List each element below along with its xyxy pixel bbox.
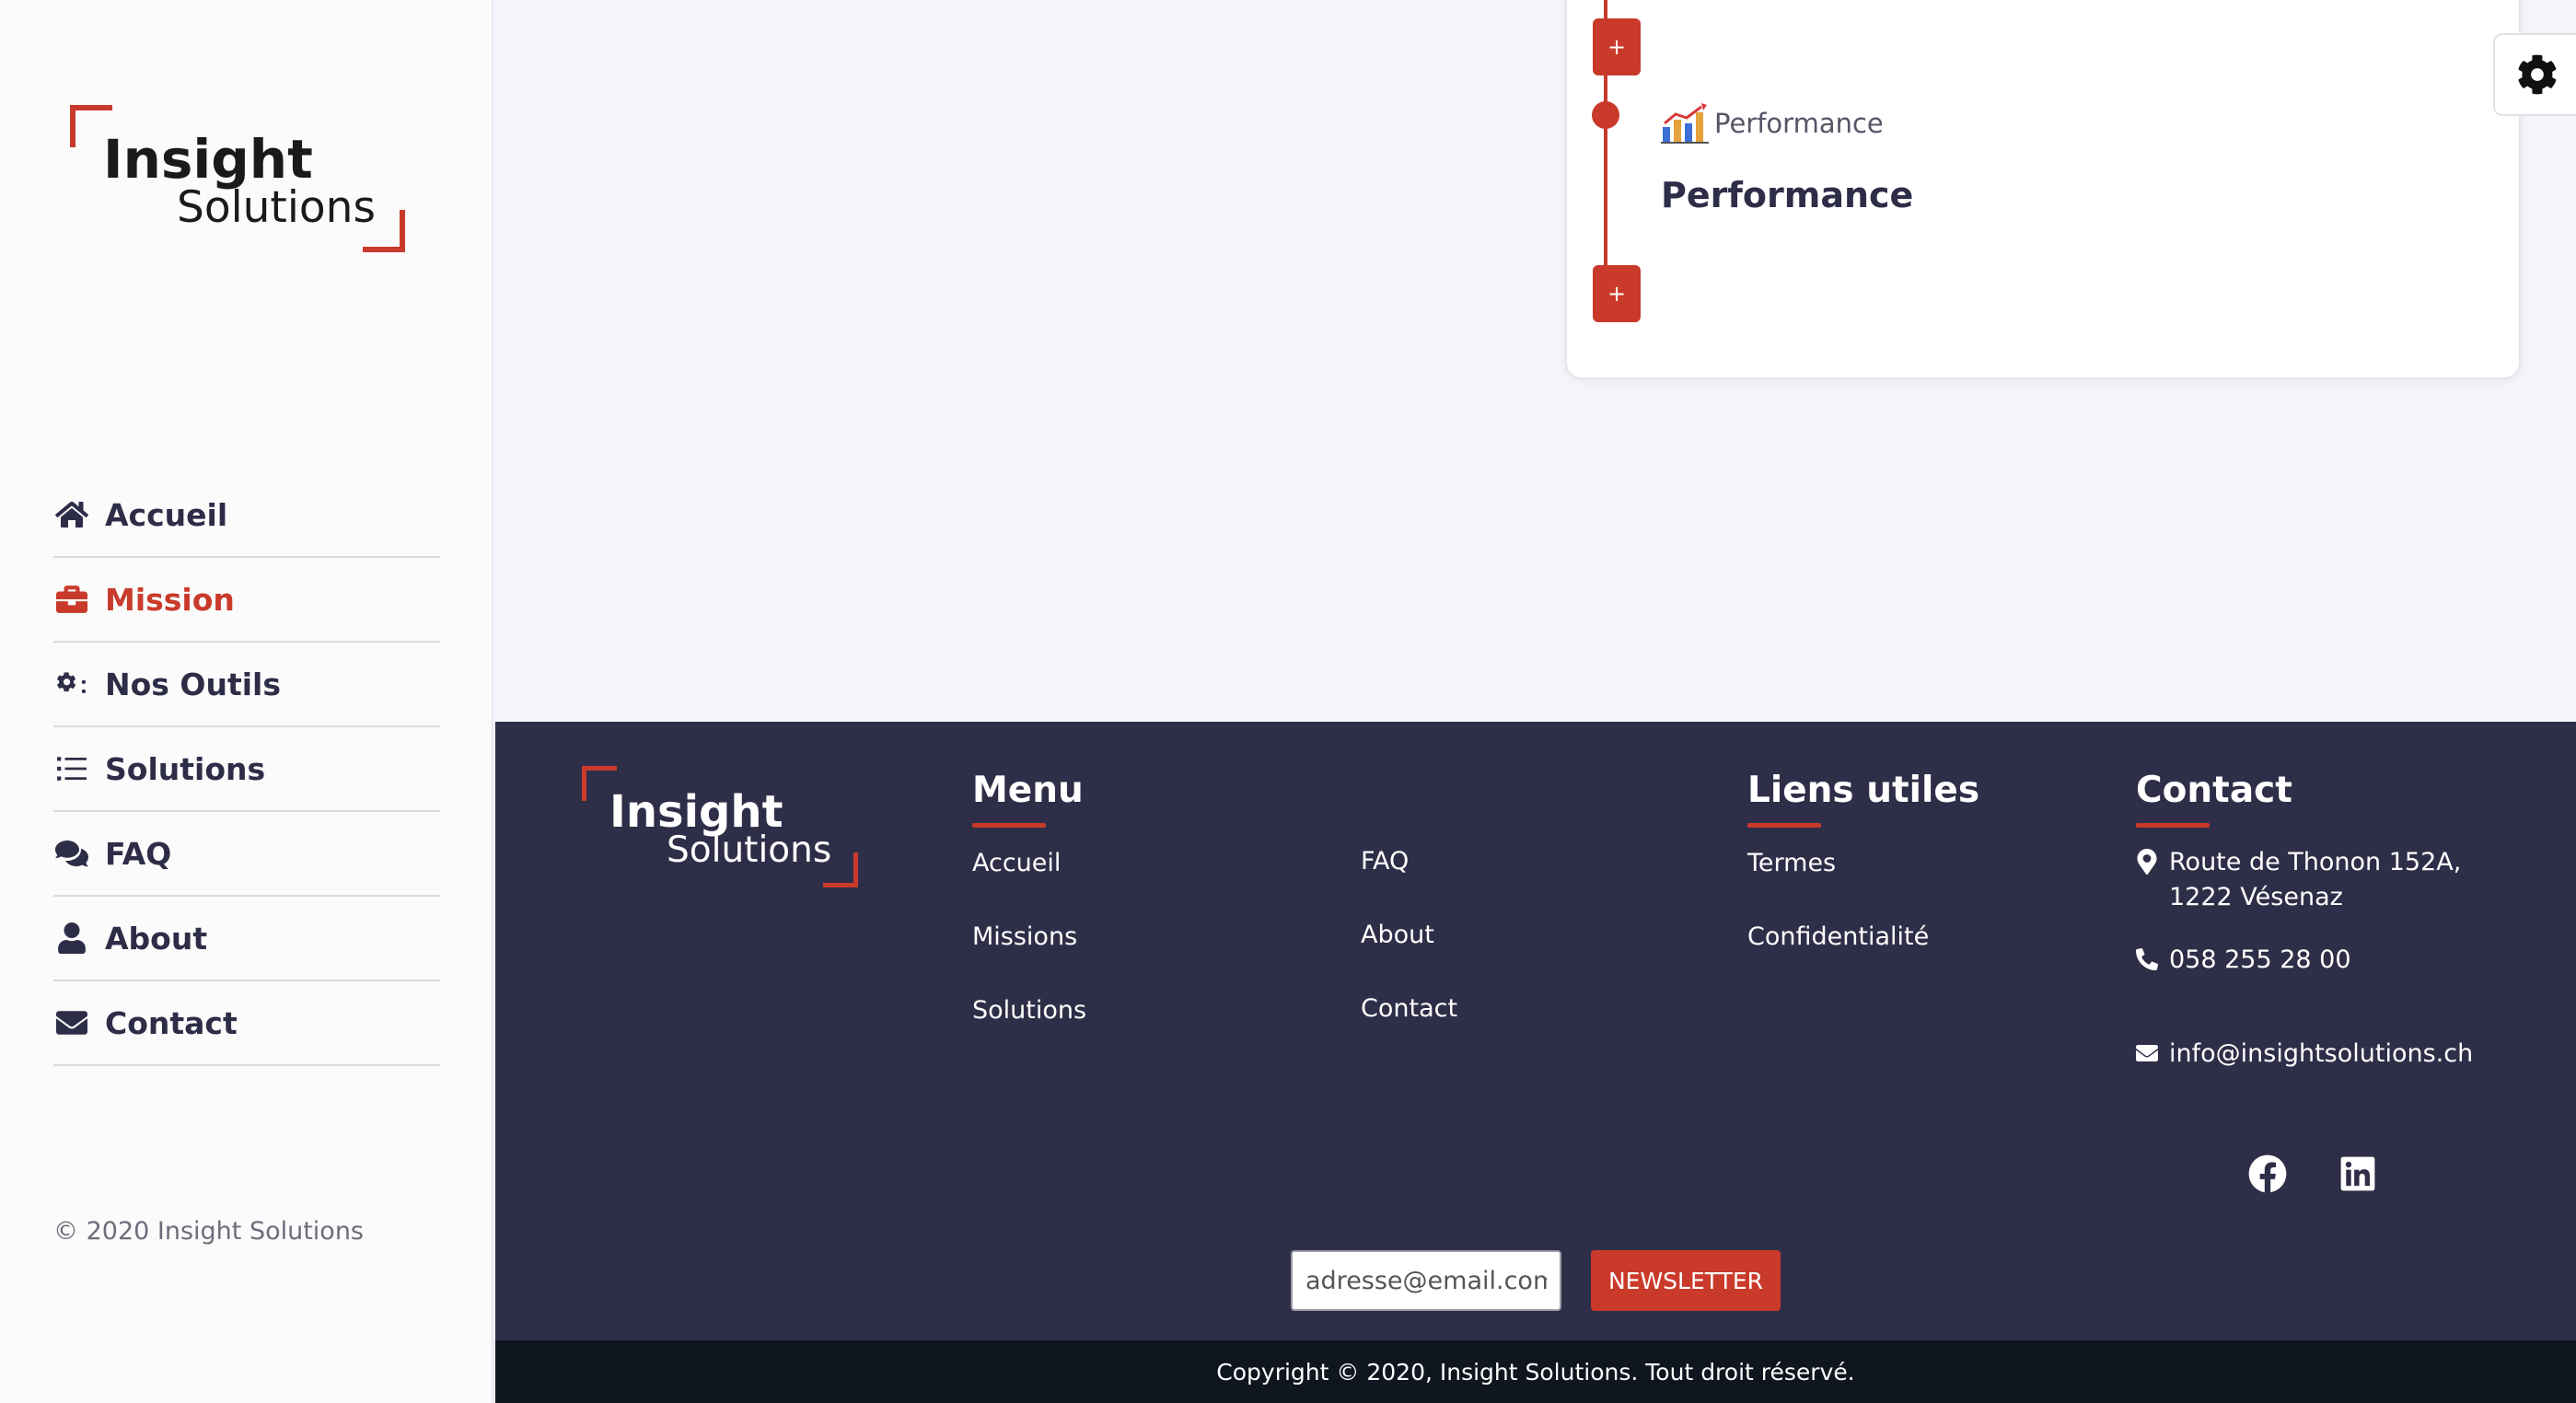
footer-link-missions[interactable]: Missions xyxy=(972,922,1077,951)
footer-copyright-bar: Copyright © 2020, Insight Solutions. Tou… xyxy=(495,1340,2576,1403)
brand-logo[interactable]: Insight Solutions xyxy=(70,105,405,252)
footer-menu-heading: Menu xyxy=(972,770,1084,828)
sidebar-item-solutions[interactable]: Solutions xyxy=(53,727,440,812)
logo-word-insight: Insight xyxy=(609,786,783,838)
settings-button[interactable] xyxy=(2493,33,2576,116)
sidebar-nav: Accueil Mission Nos Outils Solutions FAQ xyxy=(53,473,440,1066)
gear-icon xyxy=(2518,54,2557,95)
footer-copyright: Copyright © 2020, Insight Solutions. Tou… xyxy=(1216,1358,1855,1386)
logo-corner-bottom-right xyxy=(823,852,858,887)
home-icon xyxy=(53,499,90,530)
timeline-title: Performance xyxy=(1661,175,1914,215)
newsletter-email-input[interactable] xyxy=(1291,1250,1561,1311)
bar-chart-icon xyxy=(1661,103,1709,144)
timeline-add-button[interactable]: + xyxy=(1593,265,1641,322)
cogs-icon xyxy=(53,668,90,700)
sidebar-item-label: About xyxy=(105,920,208,957)
logo-word-insight: Insight xyxy=(103,128,313,191)
sidebar-item-nos-outils[interactable]: Nos Outils xyxy=(53,643,440,727)
sidebar-item-label: Nos Outils xyxy=(105,666,282,702)
comments-icon xyxy=(53,838,90,869)
newsletter-button[interactable]: NEWSLETTER xyxy=(1591,1250,1781,1311)
logo-word-solutions: Solutions xyxy=(667,829,832,871)
map-marker-icon xyxy=(2137,849,2157,875)
envelope-icon xyxy=(2136,1045,2158,1061)
footer-link-solutions[interactable]: Solutions xyxy=(972,996,1086,1025)
footer-email[interactable]: info@insightsolutions.ch xyxy=(2136,1037,2473,1072)
sidebar-item-accueil[interactable]: Accueil xyxy=(53,473,440,558)
sidebar-item-label: Contact xyxy=(105,1004,238,1041)
linkedin-icon[interactable] xyxy=(2338,1154,2377,1193)
footer-link-faq[interactable]: FAQ xyxy=(1361,847,1409,875)
footer-link-accueil[interactable]: Accueil xyxy=(972,849,1061,877)
sidebar-item-label: Solutions xyxy=(105,750,266,787)
footer-address: Route de Thonon 152A, 1222 Vésenaz xyxy=(2136,845,2461,915)
footer-link-confidentialite[interactable]: Confidentialité xyxy=(1747,922,1929,951)
user-icon xyxy=(53,922,90,954)
sidebar-item-label: Mission xyxy=(105,581,235,618)
sidebar-item-label: FAQ xyxy=(105,835,172,872)
footer-email-text: info@insightsolutions.ch xyxy=(2169,1039,2474,1068)
sidebar-copyright: © 2020 Insight Solutions xyxy=(53,1217,364,1246)
sidebar-item-mission[interactable]: Mission xyxy=(53,558,440,643)
footer-phone-text: 058 255 28 00 xyxy=(2169,945,2351,974)
briefcase-icon xyxy=(53,584,90,615)
footer-logo[interactable]: Insight Solutions xyxy=(582,766,858,887)
list-icon xyxy=(53,753,90,784)
timeline-dot xyxy=(1592,101,1619,129)
footer-link-termes[interactable]: Termes xyxy=(1747,849,1836,877)
footer-contact-heading: Contact xyxy=(2136,770,2292,828)
footer-link-contact[interactable]: Contact xyxy=(1361,994,1457,1023)
timeline-add-button[interactable]: + xyxy=(1593,18,1641,75)
footer-address-line1: Route de Thonon 152A, xyxy=(2169,848,2462,876)
sidebar-item-contact[interactable]: Contact xyxy=(53,981,440,1066)
logo-word-solutions: Solutions xyxy=(177,182,376,233)
footer-link-about[interactable]: About xyxy=(1361,921,1434,949)
timeline-tag: Performance xyxy=(1661,103,1884,144)
footer: Insight Solutions Menu Accueil Missions … xyxy=(495,722,2576,1340)
timeline-tag-label: Performance xyxy=(1714,108,1884,139)
sidebar-item-about[interactable]: About xyxy=(53,897,440,981)
footer-address-line2: 1222 Vésenaz xyxy=(2169,883,2343,911)
sidebar: Insight Solutions Accueil Mission Nos Ou… xyxy=(0,0,493,1403)
sidebar-item-faq[interactable]: FAQ xyxy=(53,812,440,897)
sidebar-item-label: Accueil xyxy=(105,496,228,533)
facebook-icon[interactable] xyxy=(2248,1154,2287,1193)
logo-corner-bottom-right xyxy=(363,210,405,252)
envelope-icon xyxy=(53,1007,90,1038)
phone-icon xyxy=(2136,947,2158,970)
footer-phone[interactable]: 058 255 28 00 xyxy=(2136,943,2351,978)
footer-links-heading: Liens utiles xyxy=(1747,770,1980,828)
